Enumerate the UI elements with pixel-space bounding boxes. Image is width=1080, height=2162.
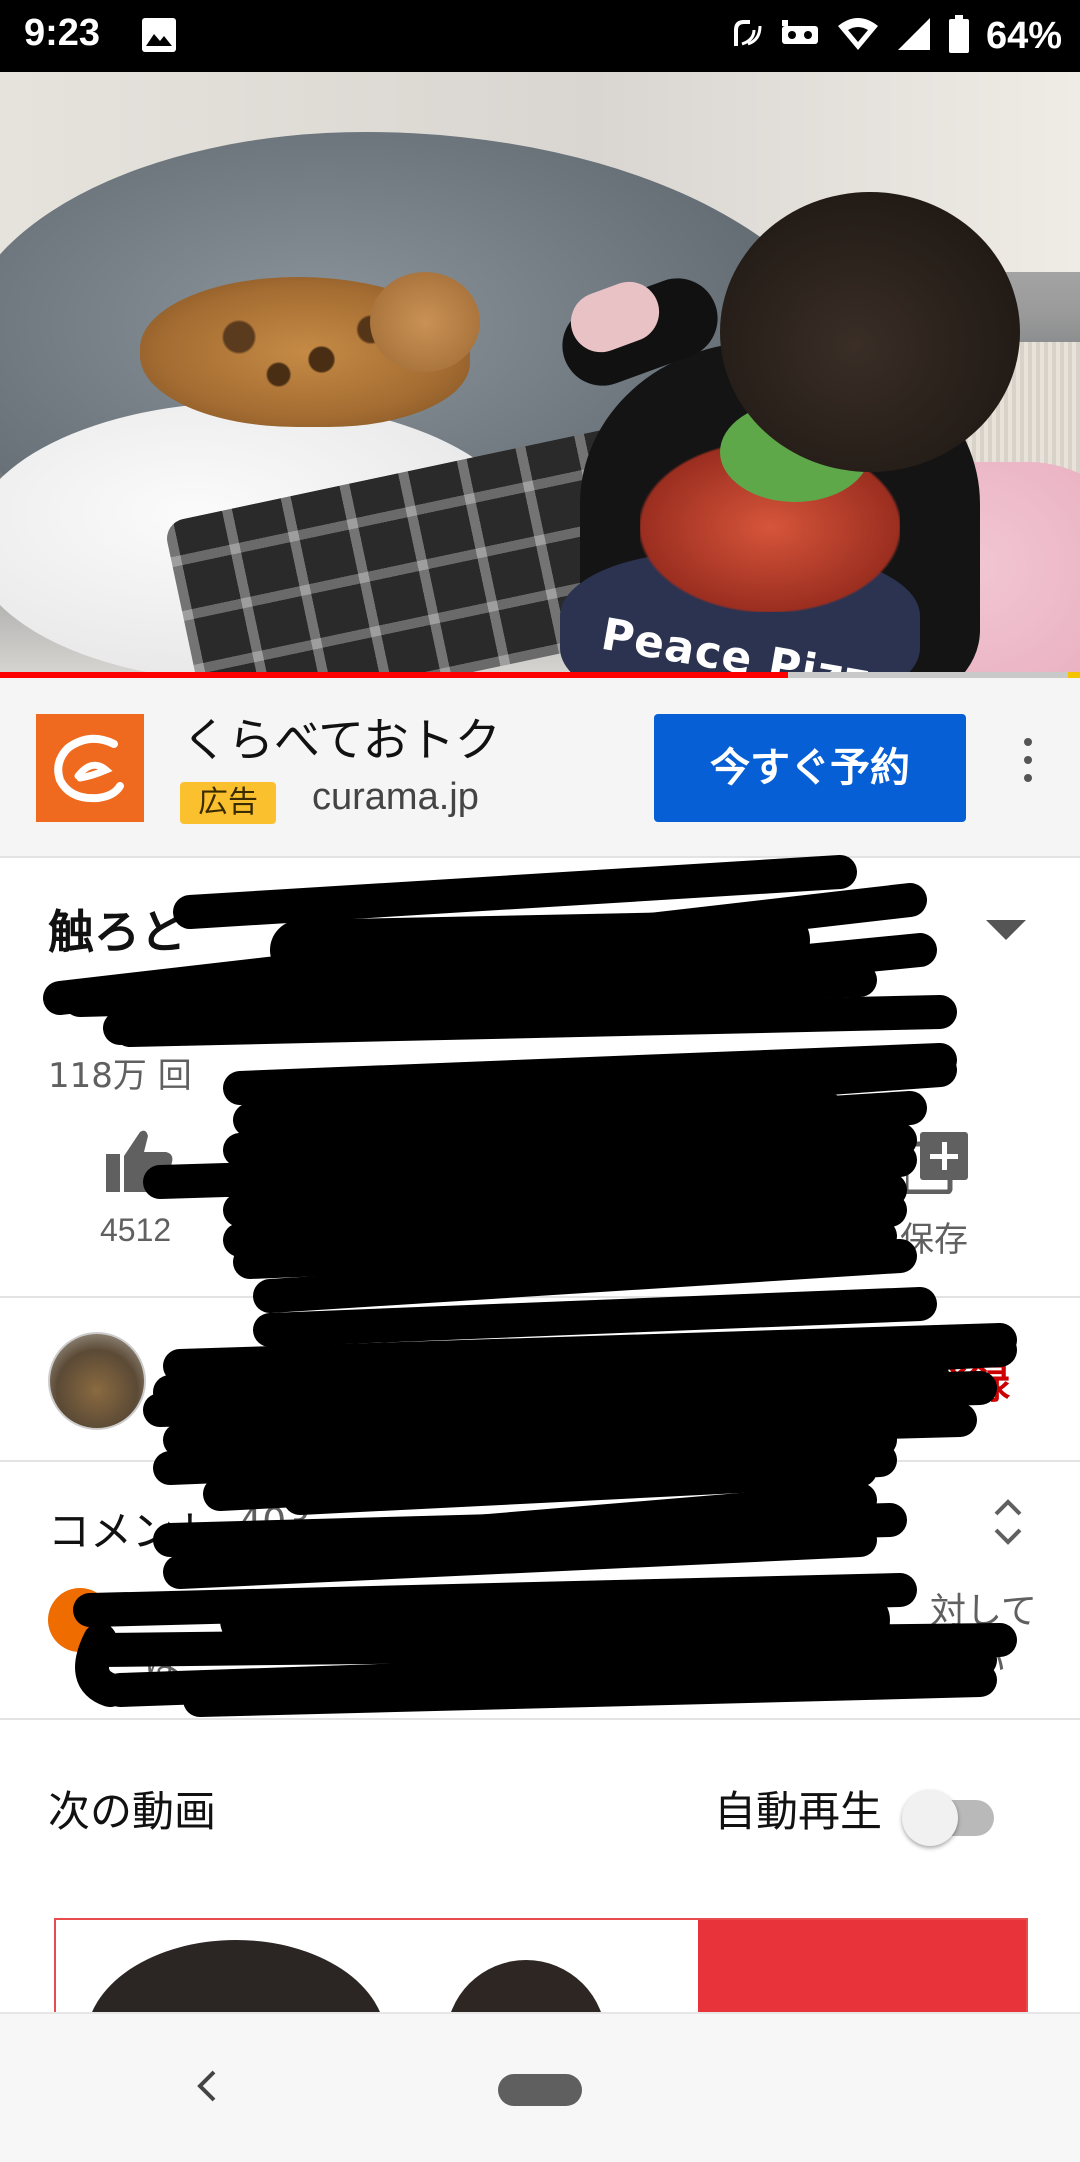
autoplay-label: 自動再生 bbox=[714, 1787, 883, 1836]
thumbnail-person-2 bbox=[446, 1960, 606, 2014]
unfold-icon[interactable] bbox=[990, 1496, 1026, 1552]
video-frame-cat-head bbox=[370, 272, 480, 372]
comment-snippet-2: は bbox=[144, 1643, 181, 1684]
ad-badge: 広告 bbox=[180, 782, 276, 824]
thumbnail-red-panel bbox=[698, 1920, 1026, 2014]
video-title[interactable]: 触ろと bbox=[48, 896, 186, 962]
video-player[interactable]: Peace Pizz bbox=[0, 72, 1080, 677]
up-next-header: 次の動画 自動再生 bbox=[0, 1720, 1080, 1890]
system-nav-bar bbox=[0, 2012, 1080, 2162]
save-playlist-icon[interactable] bbox=[903, 1132, 968, 1198]
wifi-icon bbox=[836, 16, 880, 57]
comment-snippet-3: い bbox=[970, 1643, 1007, 1684]
commenter-avatar bbox=[48, 1588, 112, 1652]
status-bar: 9:23 64% bbox=[0, 0, 1080, 72]
signal-icon bbox=[896, 16, 932, 57]
more-vert-icon[interactable] bbox=[1016, 738, 1040, 798]
autoplay-toggle-knob[interactable] bbox=[902, 1790, 958, 1846]
ad-domain: curama.jp bbox=[312, 776, 479, 818]
ad-banner[interactable]: くらべておトク 広告 curama.jp 今すぐ予約 bbox=[0, 678, 1080, 858]
back-icon[interactable] bbox=[194, 2068, 218, 2108]
video-frame-baby-head bbox=[720, 192, 1020, 472]
thumbnail-photo bbox=[56, 1920, 698, 2014]
curama-logo-icon bbox=[36, 714, 144, 822]
comment-snippet-1: 対して bbox=[930, 1591, 1037, 1632]
home-pill-icon[interactable] bbox=[498, 2074, 582, 2106]
status-time: 9:23 bbox=[24, 12, 101, 54]
thumbnail-person-1 bbox=[86, 1940, 386, 2014]
comments-section[interactable]: コメント 403 対して は い bbox=[0, 1462, 1080, 1720]
ad-cta-button[interactable]: 今すぐ予約 bbox=[654, 714, 966, 822]
view-count: 118万 回 bbox=[48, 1056, 192, 1096]
save-label[interactable]: 保存 bbox=[900, 1212, 968, 1261]
nfc-icon bbox=[728, 16, 764, 57]
like-count: 4512 bbox=[100, 1212, 172, 1248]
up-next-label: 次の動画 bbox=[48, 1787, 217, 1836]
next-video-thumbnail[interactable] bbox=[54, 1918, 1028, 2016]
thumbs-up-icon[interactable] bbox=[104, 1128, 174, 1198]
ad-title[interactable]: くらべておトク bbox=[182, 704, 501, 770]
video-info: 触ろと 118万 回 4512 保存 bbox=[0, 856, 1080, 1298]
comments-count: 403 bbox=[238, 1500, 311, 1544]
battery-icon bbox=[948, 14, 970, 58]
gallery-icon bbox=[142, 18, 176, 52]
comments-label: コメント bbox=[48, 1507, 217, 1556]
subscribe-button[interactable]: 登録 bbox=[926, 1350, 1010, 1411]
channel-row[interactable]: 登録 bbox=[0, 1298, 1080, 1462]
battery-percent: 64% bbox=[985, 14, 1062, 57]
expand-description-icon[interactable] bbox=[986, 920, 1026, 940]
channel-avatar[interactable] bbox=[48, 1332, 146, 1430]
vr-icon bbox=[780, 18, 820, 55]
